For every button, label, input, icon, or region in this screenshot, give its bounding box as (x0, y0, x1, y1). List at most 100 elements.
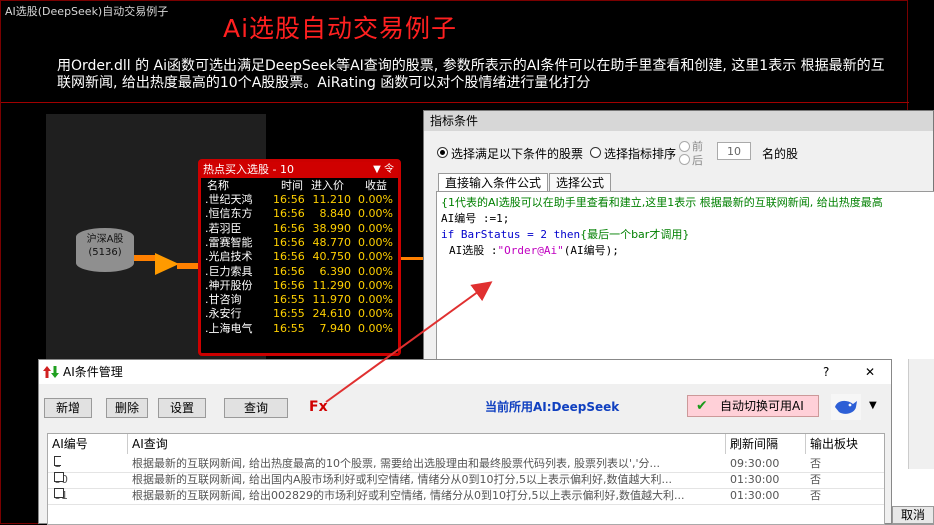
stock-gain: 0.00% (358, 293, 393, 307)
stock-time: 16:55 (273, 307, 305, 321)
ai-id-cell[interactable]: 81 (54, 488, 68, 504)
settings-button[interactable]: 设置 (158, 398, 206, 418)
hot-stock-row[interactable]: .光启技术 16:56 40.750 0.00% (203, 250, 396, 264)
chevron-down-icon[interactable]: ▼ (869, 400, 877, 411)
hot-stock-row[interactable]: .世纪天鸿 16:56 11.210 0.00% (203, 193, 396, 207)
ai-id-cell[interactable]: 80 (54, 472, 68, 488)
stock-name: .雷赛智能 (205, 235, 253, 249)
stock-database-node[interactable]: 沪深A股 (5136) (76, 228, 134, 272)
ai-id-cell[interactable]: 1 (54, 456, 61, 472)
stock-gain: 0.00% (358, 193, 393, 206)
ai-query: 根据最新的互联网新闻, 给出国内A股市场利好或利空情绪, 情绪分从0到10打分,… (132, 473, 672, 486)
ai-output: 否 (810, 457, 821, 470)
stock-gain: 0.00% (358, 235, 393, 249)
ai-dialog-title: AI条件管理 (63, 365, 123, 379)
stock-name: .上海电气 (205, 321, 253, 335)
stock-name: .若羽臣 (205, 221, 242, 235)
ai-interval: 01:30:00 (730, 489, 780, 502)
radio-back-label: 后 (692, 154, 703, 167)
hot-stock-panel[interactable]: 热点买入选股 - 10 ▼ 令 名称 时间 进入价 收益 .世纪天鸿 16:56 1… (198, 159, 401, 356)
stock-gain: 0.00% (358, 307, 393, 321)
ai-output: 否 (810, 489, 821, 502)
scrollbar[interactable] (908, 359, 934, 469)
rank-suffix-label: 名的股 (762, 147, 799, 161)
row-checkbox[interactable] (54, 472, 64, 482)
page-heading: Ai选股自动交易例子 (223, 14, 458, 43)
stock-gain: 0.00% (358, 250, 393, 264)
radio-back[interactable] (679, 154, 690, 165)
radio-sort-label[interactable]: 选择指标排序 (604, 145, 676, 162)
hot-stock-row[interactable]: .甘咨询 16:55 11.970 0.00% (203, 293, 396, 307)
delete-button[interactable]: 删除 (106, 398, 148, 418)
stock-name: .巨力索具 (205, 264, 253, 278)
flow-connector (177, 263, 199, 269)
hot-stock-row[interactable]: .神开股份 16:56 11.290 0.00% (203, 279, 396, 293)
stock-gain: 0.00% (358, 221, 393, 235)
divider (1, 102, 909, 103)
col-output-block[interactable]: 输出板块 (806, 434, 884, 454)
description-text: 用Order.dll 的 Ai函数可选出满足DeepSeek等AI查询的股票, … (57, 58, 885, 91)
window-title: AI选股(DeepSeek)自动交易例子 (5, 5, 169, 18)
ai-interval: 01:30:00 (730, 473, 780, 486)
hot-panel-title-bar[interactable]: 热点买入选股 - 10 ▼ 令 (201, 162, 398, 178)
database-count: (5136) (88, 247, 122, 258)
code-keyword: if BarStatus = 2 then (441, 228, 581, 241)
table-row[interactable]: 81 根据最新的互联网新闻, 给出002829的市场利好或利空情绪, 情绪分从0到… (48, 488, 884, 505)
stock-name: .神开股份 (205, 278, 253, 292)
ai-query: 根据最新的互联网新闻, 给出热度最高的10个股票, 需要给出选股理由和最终股票代… (132, 457, 661, 470)
col-refresh-interval[interactable]: 刷新间隔 (726, 434, 806, 454)
col-ai-query[interactable]: AI查询 (128, 434, 726, 454)
stock-price: 11.290 (312, 278, 352, 292)
table-row[interactable]: 80 根据最新的互联网新闻, 给出国内A股市场利好或利空情绪, 情绪分从0到10打… (48, 472, 884, 489)
flow-connector (401, 257, 425, 260)
cancel-button[interactable]: 取消 (892, 506, 934, 524)
code-comment: {1代表的AI选股可以在助手里查看和建立,这里1表示 根据最新的互联网新闻, 给… (441, 196, 883, 209)
database-label: 沪深A股 (86, 234, 124, 245)
stock-price: 8.840 (319, 207, 352, 221)
stock-time: 16:56 (273, 193, 305, 206)
ai-condition-dialog[interactable]: AI条件管理 ? ✕ 新增 删除 设置 查询 Fx 当前所用AI:DeepSee… (38, 359, 892, 525)
radio-front[interactable] (679, 141, 690, 152)
ai-table-body: 1 根据最新的互联网新闻, 给出热度最高的10个股票, 需要给出选股理由和最终股票… (48, 456, 884, 524)
row-checkbox[interactable] (54, 456, 61, 466)
hot-stock-row[interactable]: .恒信东方 16:56 8.840 0.00% (203, 207, 396, 221)
code-line: AI编号 :=1; (441, 212, 510, 225)
hot-stock-row[interactable]: .永安行 16:55 24.610 0.00% (203, 307, 396, 321)
stock-gain: 0.00% (358, 264, 393, 278)
stock-time: 16:56 (273, 235, 305, 249)
stock-price: 24.610 (312, 307, 352, 321)
ai-dialog-title-bar: AI条件管理 ? ✕ (39, 360, 891, 384)
query-button[interactable]: 查询 (224, 398, 288, 418)
stock-name: .永安行 (205, 307, 242, 321)
table-row[interactable]: 1 根据最新的互联网新闻, 给出热度最高的10个股票, 需要给出选股理由和最终股票… (48, 456, 884, 473)
col-name: 名称 (207, 179, 229, 192)
hot-stock-row[interactable]: .上海电气 16:55 7.940 0.00% (203, 322, 396, 336)
new-button[interactable]: 新增 (44, 398, 92, 418)
col-time: 时间 (281, 179, 303, 192)
deepseek-logo-icon[interactable] (831, 394, 861, 420)
code-text: AI选股 : (449, 244, 498, 257)
stock-gain: 0.00% (358, 278, 393, 292)
stock-name: .甘咨询 (205, 293, 242, 307)
col-ai-id[interactable]: AI编号 (48, 434, 128, 454)
flow-connector (134, 255, 158, 261)
code-line: if BarStatus = 2 then{最后一个bar才调用} (441, 227, 689, 243)
hot-stock-row[interactable]: .若羽臣 16:56 38.990 0.00% (203, 222, 396, 236)
stock-name: .世纪天鸿 (205, 193, 253, 206)
close-button[interactable]: ✕ (865, 360, 875, 384)
radio-condition-label[interactable]: 选择满足以下条件的股票 (451, 145, 583, 162)
ai-query: 根据最新的互联网新闻, 给出002829的市场利好或利空情绪, 情绪分从0到10… (132, 489, 685, 502)
radio-sort[interactable] (590, 147, 601, 158)
hot-stock-row[interactable]: .巨力索具 16:56 6.390 0.00% (203, 265, 396, 279)
tab-direct-input[interactable]: 直接输入条件公式 (438, 173, 549, 191)
hot-stock-row[interactable]: .雷赛智能 16:56 48.770 0.00% (203, 236, 396, 250)
auto-switch-ai-button[interactable]: ✔ 自动切换可用AI (687, 395, 819, 417)
rank-count-input[interactable]: 10 (717, 142, 751, 160)
help-button[interactable]: ? (823, 360, 829, 384)
row-checkbox[interactable] (54, 488, 64, 498)
radio-condition[interactable] (437, 147, 448, 158)
panel-menu-icon[interactable]: ▼ 令 (373, 162, 394, 178)
ai-condition-table[interactable]: AI编号 AI查询 刷新间隔 输出板块 1 根据最新的互联网新闻, 给出热度最高的… (47, 433, 885, 525)
stock-name: .光启技术 (205, 250, 253, 264)
tab-select-formula[interactable]: 选择公式 (549, 173, 612, 191)
